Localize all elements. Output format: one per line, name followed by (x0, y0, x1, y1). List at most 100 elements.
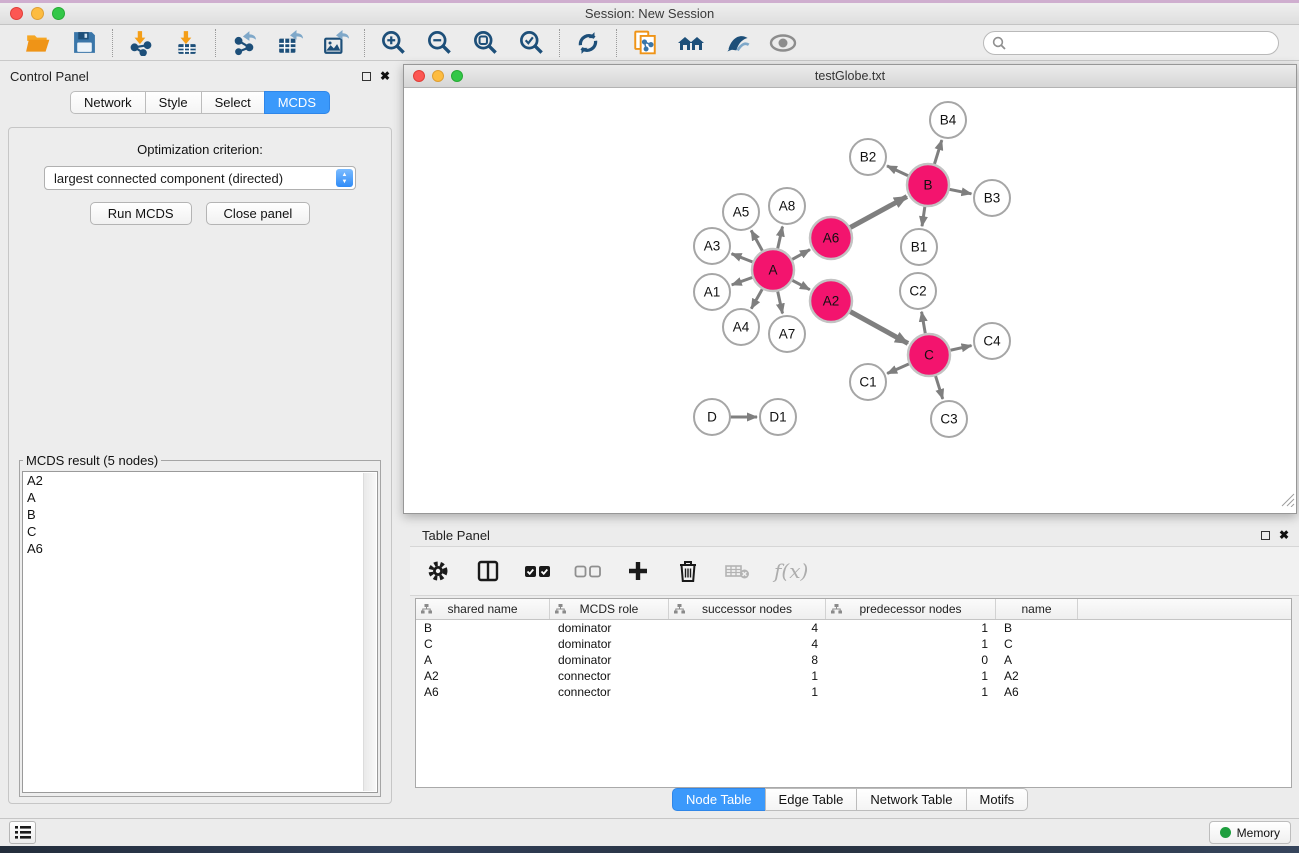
table-cell-mcds-role[interactable]: dominator (550, 621, 669, 635)
table-cell-name[interactable]: B (996, 621, 1078, 635)
run-mcds-button[interactable]: Run MCDS (90, 202, 192, 225)
table-cell-name[interactable]: A6 (996, 685, 1078, 699)
graph-node-a4[interactable]: A4 (723, 309, 759, 345)
houses-icon[interactable] (677, 29, 705, 57)
float-table-panel-icon[interactable] (1261, 531, 1270, 540)
result-scrollbar[interactable] (363, 473, 376, 791)
task-history-button[interactable] (9, 821, 36, 844)
tab-node-table[interactable]: Node Table (672, 788, 766, 811)
table-cell-name[interactable]: A (996, 653, 1078, 667)
save-session-icon[interactable] (70, 29, 98, 57)
table-cell-shared-name[interactable]: A2 (416, 669, 550, 683)
table-cell-name[interactable]: A2 (996, 669, 1078, 683)
result-item[interactable]: A (23, 489, 377, 506)
graph-node-c2[interactable]: C2 (900, 273, 936, 309)
memory-button[interactable]: Memory (1209, 821, 1291, 844)
import-table-icon[interactable] (173, 29, 201, 57)
table-cell-successor-nodes[interactable]: 1 (669, 669, 826, 683)
graph-node-b4[interactable]: B4 (930, 102, 966, 138)
table-cell-mcds-role[interactable]: connector (550, 685, 669, 699)
show-columns-icon[interactable] (474, 557, 502, 585)
network-canvas[interactable]: B4B2BB3A5A8A6A3B1AA1C2A2A4A7C4CC1C3DD1 (404, 88, 1296, 513)
resize-grip-icon[interactable] (1281, 493, 1295, 512)
zoom-fit-icon[interactable] (471, 29, 499, 57)
table-cell-predecessor-nodes[interactable]: 1 (826, 669, 996, 683)
table-cell-mcds-role[interactable]: connector (550, 669, 669, 683)
refresh-icon[interactable] (574, 29, 602, 57)
graph-node-c1[interactable]: C1 (850, 364, 886, 400)
close-table-panel-icon[interactable]: ✖ (1279, 529, 1289, 541)
zoom-in-icon[interactable] (379, 29, 407, 57)
graph-node-b1[interactable]: B1 (901, 229, 937, 265)
float-panel-icon[interactable] (362, 72, 371, 81)
tab-network[interactable]: Network (70, 91, 146, 114)
graph-node-a5[interactable]: A5 (723, 194, 759, 230)
eye-icon[interactable] (769, 29, 797, 57)
export-image-icon[interactable] (322, 29, 350, 57)
column-header-name[interactable]: name (996, 599, 1078, 619)
table-row[interactable]: A6connector11A6 (416, 684, 1291, 700)
tab-edge-table[interactable]: Edge Table (765, 788, 858, 811)
table-cell-successor-nodes[interactable]: 1 (669, 685, 826, 699)
table-cell-mcds-role[interactable]: dominator (550, 637, 669, 651)
pen-eye-icon[interactable] (723, 29, 751, 57)
table-cell-successor-nodes[interactable]: 8 (669, 653, 826, 667)
documents-share-icon[interactable] (631, 29, 659, 57)
graph-node-b[interactable]: B (907, 164, 949, 206)
criterion-select[interactable]: largest connected component (directed) ▲… (44, 166, 356, 190)
zoom-out-icon[interactable] (425, 29, 453, 57)
zoom-selected-icon[interactable] (517, 29, 545, 57)
unselect-all-columns-icon[interactable] (574, 557, 602, 585)
graph-node-c[interactable]: C (908, 334, 950, 376)
table-cell-predecessor-nodes[interactable]: 1 (826, 637, 996, 651)
column-header-shared-name[interactable]: shared name (416, 599, 550, 619)
select-all-columns-icon[interactable] (524, 557, 552, 585)
add-column-icon[interactable] (624, 557, 652, 585)
tab-style[interactable]: Style (145, 91, 202, 114)
tab-mcds[interactable]: MCDS (264, 91, 330, 114)
table-row[interactable]: Bdominator41B (416, 620, 1291, 636)
export-table-icon[interactable] (276, 29, 304, 57)
graph-node-a2[interactable]: A2 (810, 280, 852, 322)
result-item[interactable]: A6 (23, 540, 377, 557)
column-header-mcds-role[interactable]: MCDS role (550, 599, 669, 619)
graph-node-a6[interactable]: A6 (810, 217, 852, 259)
result-item[interactable]: A2 (23, 472, 377, 489)
tab-network-table[interactable]: Network Table (856, 788, 966, 811)
table-cell-shared-name[interactable]: B (416, 621, 550, 635)
table-cell-successor-nodes[interactable]: 4 (669, 621, 826, 635)
close-panel-button[interactable]: Close panel (206, 202, 311, 225)
table-row[interactable]: Cdominator41C (416, 636, 1291, 652)
import-network-icon[interactable] (127, 29, 155, 57)
table-cell-shared-name[interactable]: C (416, 637, 550, 651)
network-window-titlebar[interactable]: testGlobe.txt (404, 65, 1296, 88)
export-network-icon[interactable] (230, 29, 258, 57)
table-cell-predecessor-nodes[interactable]: 0 (826, 653, 996, 667)
table-row[interactable]: Adominator80A (416, 652, 1291, 668)
graph-node-a8[interactable]: A8 (769, 188, 805, 224)
mcds-result-list[interactable]: A2ABCA6 (22, 471, 378, 793)
table-settings-gear-icon[interactable] (424, 557, 452, 585)
result-item[interactable]: B (23, 506, 377, 523)
result-item[interactable]: C (23, 523, 377, 540)
graph-node-d[interactable]: D (694, 399, 730, 435)
graph-node-a[interactable]: A (752, 249, 794, 291)
table-row[interactable]: A2connector11A2 (416, 668, 1291, 684)
table-cell-successor-nodes[interactable]: 4 (669, 637, 826, 651)
table-cell-name[interactable]: C (996, 637, 1078, 651)
table-cell-shared-name[interactable]: A6 (416, 685, 550, 699)
graph-node-c3[interactable]: C3 (931, 401, 967, 437)
table-cell-predecessor-nodes[interactable]: 1 (826, 621, 996, 635)
tab-select[interactable]: Select (201, 91, 265, 114)
graph-node-a7[interactable]: A7 (769, 316, 805, 352)
graph-node-a1[interactable]: A1 (694, 274, 730, 310)
table-cell-predecessor-nodes[interactable]: 1 (826, 685, 996, 699)
table-cell-shared-name[interactable]: A (416, 653, 550, 667)
close-panel-icon[interactable]: ✖ (380, 70, 390, 82)
graph-node-b3[interactable]: B3 (974, 180, 1010, 216)
graph-node-b2[interactable]: B2 (850, 139, 886, 175)
search-input[interactable] (983, 31, 1279, 55)
open-file-icon[interactable] (24, 29, 52, 57)
column-header-successor-nodes[interactable]: successor nodes (669, 599, 826, 619)
graph-node-d1[interactable]: D1 (760, 399, 796, 435)
